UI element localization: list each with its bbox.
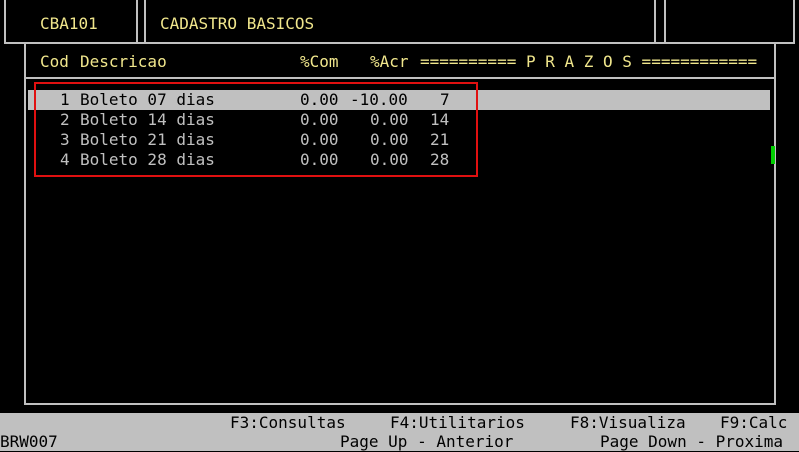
- f4-utilitarios-key[interactable]: F4:Utilitarios: [390, 413, 525, 433]
- f9-calc-key[interactable]: F9:Calc: [720, 413, 787, 433]
- column-header-prazos: ========== P R A Z O S ============: [420, 52, 758, 71]
- right-tab: [664, 0, 795, 44]
- terminal-screen: CBA101 CADASTRO BASICOS Cod Descricao %C…: [0, 0, 799, 451]
- f8-visualiza-key[interactable]: F8:Visualiza: [570, 413, 686, 433]
- page-up-hint[interactable]: Page Up - Anterior: [340, 432, 513, 452]
- column-header-com: %Com: [300, 52, 339, 71]
- page-down-hint[interactable]: Page Down - Proxima: [600, 432, 783, 452]
- f3-consultas-key[interactable]: F3:Consultas: [230, 413, 346, 433]
- scrollbar-thumb[interactable]: [771, 146, 775, 164]
- program-code: CBA101: [40, 14, 98, 33]
- column-header-cod: Cod: [40, 52, 69, 71]
- annotation-highlight-box: [34, 82, 478, 177]
- function-key-bar: F3:Consultas F4:Utilitarios F8:Visualiza…: [0, 413, 799, 433]
- header-separator: [26, 77, 774, 79]
- navigation-bar: BRW007 Page Up - Anterior Page Down - Pr…: [0, 432, 799, 452]
- screen-id: BRW007: [0, 432, 58, 451]
- screen-title: CADASTRO BASICOS: [160, 14, 315, 33]
- column-header-descricao: Descricao: [80, 52, 167, 71]
- column-header-acr: %Acr: [370, 52, 409, 71]
